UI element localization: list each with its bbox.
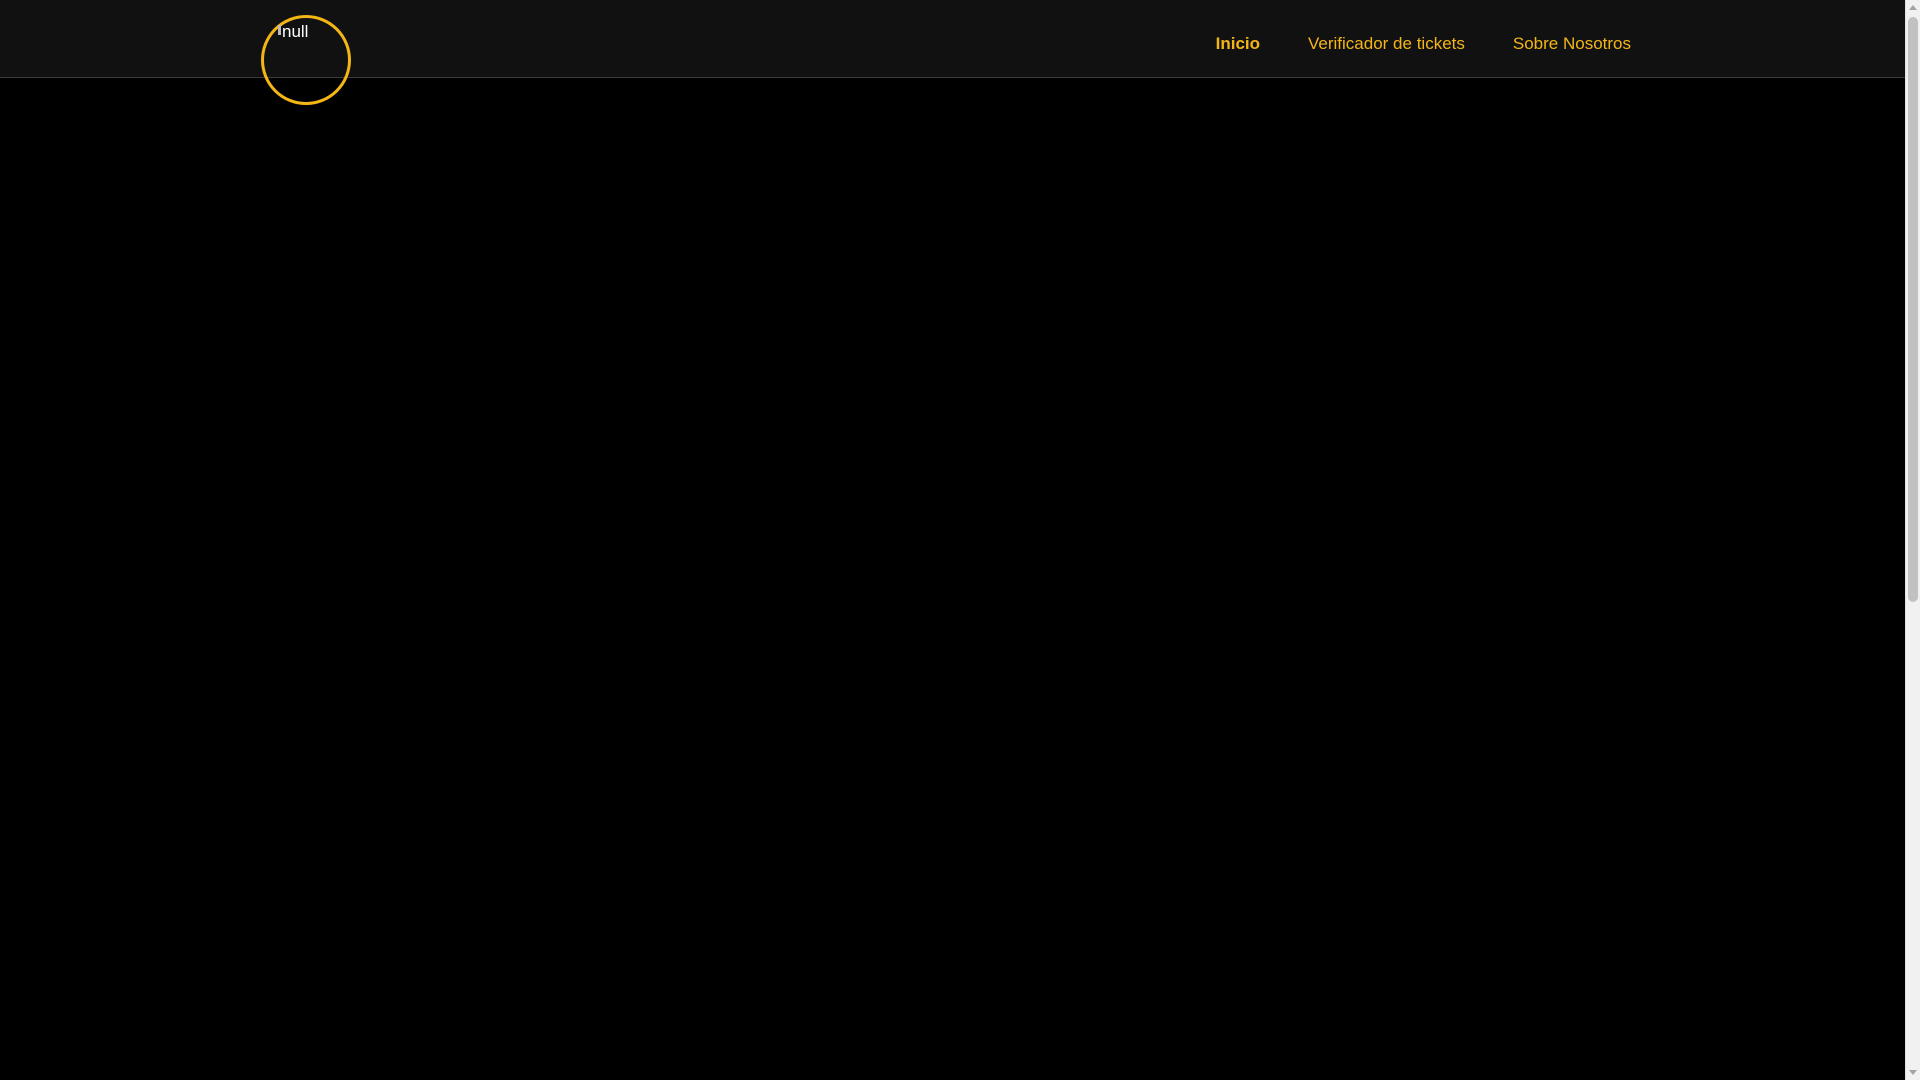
scroll-up-button[interactable] <box>1906 0 1920 15</box>
nav-link-sobre-nosotros[interactable]: Sobre Nosotros <box>1513 33 1631 55</box>
main-nav: Inicio Verificador de tickets Sobre Noso… <box>1216 33 1631 55</box>
triangle-down-icon <box>1909 1070 1917 1075</box>
nav-link-inicio[interactable]: Inicio <box>1216 33 1260 55</box>
broken-image-icon: null <box>278 22 308 42</box>
navbar: null Inicio Verificador de tickets Sobre… <box>0 0 1905 105</box>
nav-link-verificador-de-tickets[interactable]: Verificador de tickets <box>1308 33 1465 55</box>
scroll-thumb[interactable] <box>1908 17 1918 602</box>
logo-link[interactable]: null <box>261 15 351 105</box>
page: null Inicio Verificador de tickets Sobre… <box>0 0 1920 1080</box>
scroll-down-button[interactable] <box>1906 1065 1920 1080</box>
vertical-scrollbar[interactable] <box>1905 0 1920 1080</box>
triangle-up-icon <box>1909 5 1917 10</box>
